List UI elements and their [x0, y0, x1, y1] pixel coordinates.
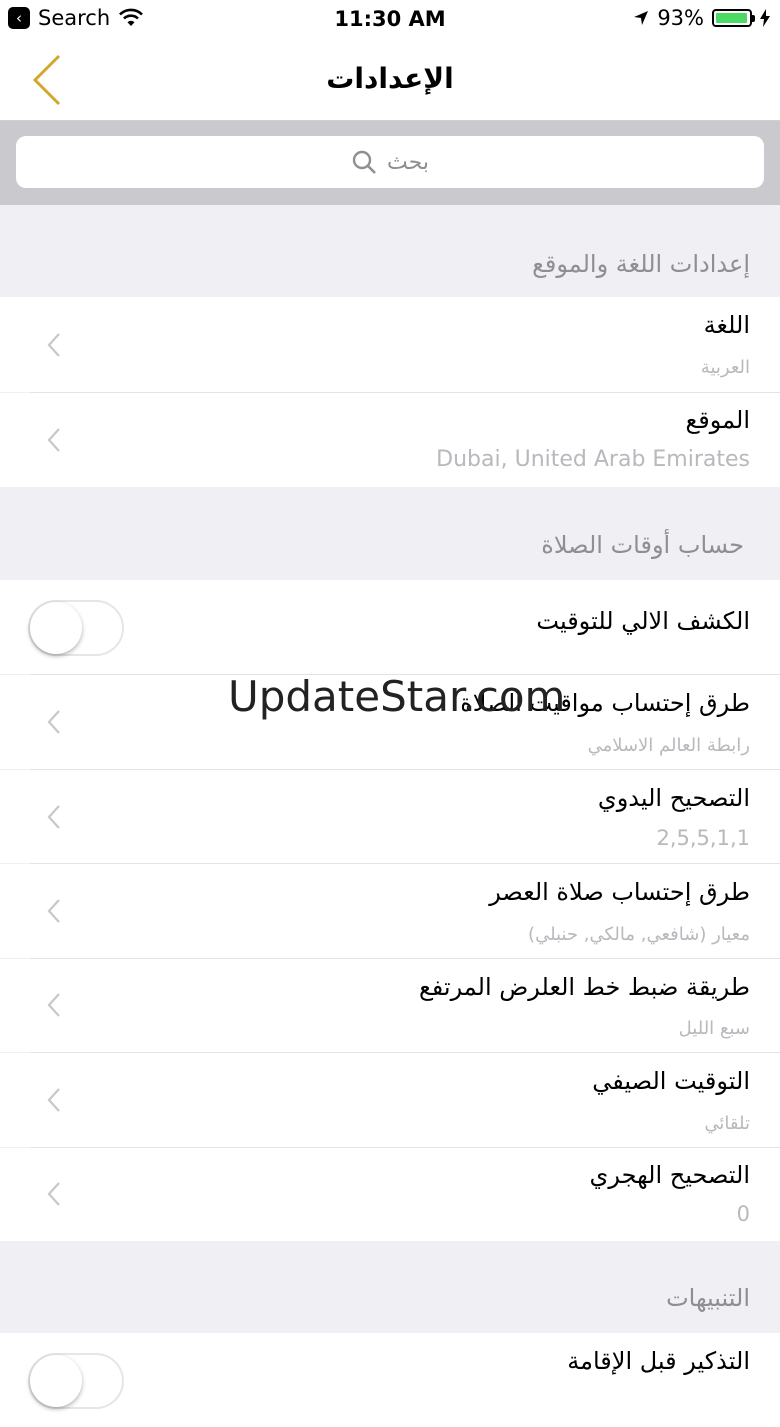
chevron-left-icon [47, 428, 60, 452]
row-title: التوقيت الصيفي [592, 1067, 750, 1095]
watermark: UpdateStar.com [228, 672, 566, 721]
chevron-left-icon [47, 710, 60, 734]
row-title: طرق إحتساب صلاة العصر [489, 878, 750, 906]
search-bar-container: بحث [0, 121, 780, 205]
row-title: الموقع [685, 406, 751, 434]
chevron-left-icon [47, 1182, 60, 1206]
row-daylight-saving[interactable]: التوقيت الصيفي تلقائي [0, 1053, 780, 1147]
chevron-left-icon [47, 1088, 60, 1112]
charging-icon [760, 9, 770, 27]
status-bar: ‹ Search 11:30 AM 93% [0, 0, 780, 40]
row-title: التصحيح الهجري [589, 1161, 750, 1189]
chevron-left-icon [47, 805, 60, 829]
iqama-reminder-toggle[interactable] [28, 1353, 124, 1409]
navigation-bar: الإعدادات [0, 40, 780, 121]
row-value: 2,5,5,1,1 [656, 826, 750, 850]
row-hijri-correction[interactable]: التصحيح الهجري 0 [0, 1148, 780, 1241]
section-header-prayer-times: حساب أوقات الصلاة [0, 487, 780, 580]
row-auto-detect: الكشف الالي للتوقيت [0, 580, 780, 674]
row-value: سبع الليل [678, 1018, 750, 1039]
auto-detect-toggle[interactable] [28, 600, 124, 656]
section-header-alerts: التنبيهات [0, 1241, 780, 1333]
row-language[interactable]: اللغة العربية [0, 297, 780, 392]
toggle-knob [30, 1355, 82, 1407]
page-title: الإعدادات [326, 62, 454, 95]
row-value: Dubai, United Arab Emirates [436, 447, 750, 472]
row-high-latitude[interactable]: طريقة ضبط خط العلرض المرتفع سبع الليل [0, 959, 780, 1052]
chevron-left-icon [47, 333, 60, 357]
battery-icon [712, 9, 755, 27]
row-value: 0 [736, 1202, 750, 1226]
toggle-knob [30, 602, 82, 654]
search-input[interactable]: بحث [16, 136, 764, 188]
row-title: اللغة [703, 311, 750, 339]
row-manual-correction[interactable]: التصحيح اليدوي 2,5,5,1,1 [0, 770, 780, 863]
battery-percent: 93% [657, 6, 704, 30]
row-location[interactable]: الموقع Dubai, United Arab Emirates [0, 393, 780, 487]
search-icon [352, 150, 376, 174]
row-value: العربية [700, 357, 750, 378]
section-header-language-location: إعدادات اللغة والموقع [0, 205, 780, 297]
chevron-left-icon [47, 993, 60, 1017]
row-title: الكشف الالي للتوقيت [536, 607, 750, 635]
row-title: طريقة ضبط خط العلرض المرتفع [418, 973, 750, 1001]
location-arrow-icon [634, 11, 649, 25]
row-title: التذكير قبل الإقامة [567, 1347, 750, 1375]
row-title: التصحيح اليدوي [597, 784, 750, 812]
row-value: رابطة العالم الاسلامي [587, 735, 750, 756]
row-value: معيار (شافعي, مالكي, حنبلي) [528, 924, 750, 945]
row-iqama-reminder: التذكير قبل الإقامة [0, 1333, 780, 1427]
row-asr-method[interactable]: طرق إحتساب صلاة العصر معيار (شافعي, مالك… [0, 864, 780, 958]
chevron-left-icon [47, 899, 60, 923]
row-value: تلقائي [704, 1113, 750, 1134]
search-placeholder: بحث [387, 149, 429, 175]
